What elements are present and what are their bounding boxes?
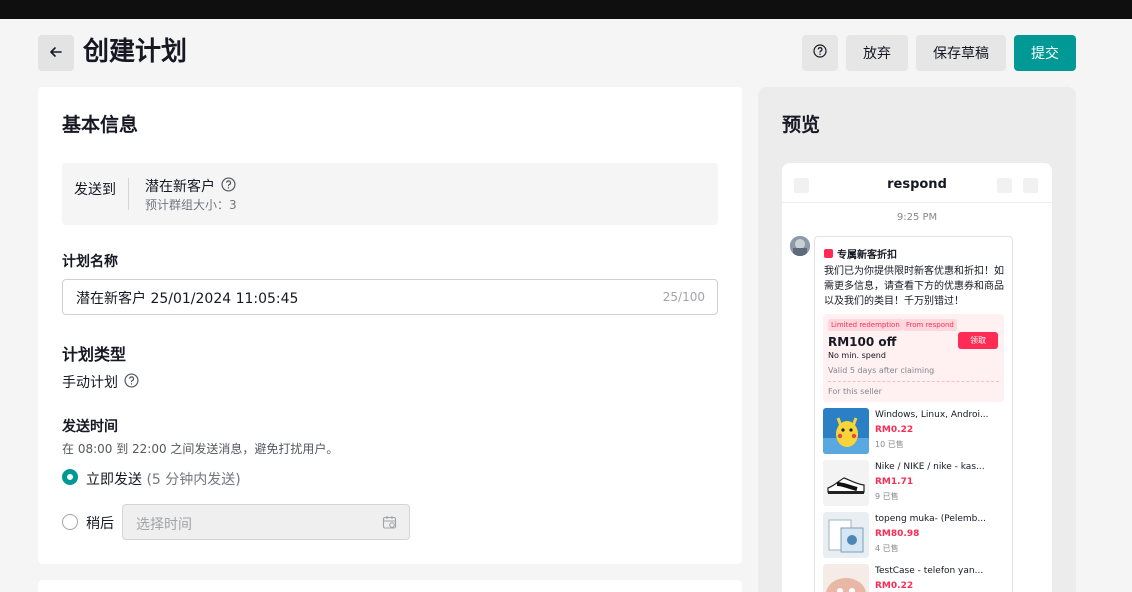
coupon-min-spend: No min. spend (828, 351, 886, 360)
product-item[interactable]: Windows, Linux, Androi... RM0.22 10 已售 (823, 408, 1008, 454)
product-sold: 10 已售 (875, 439, 904, 450)
question-circle-icon[interactable] (124, 373, 139, 392)
next-section-card (38, 580, 742, 592)
discard-button[interactable]: 放弃 (846, 35, 908, 71)
question-circle-icon (813, 44, 827, 62)
top-bar (0, 0, 1132, 19)
product-price: RM80.98 (875, 529, 919, 539)
plan-name-input[interactable]: 潜在新客户 25/01/2024 11:05:45 25/100 (62, 279, 718, 315)
product-sold: 9 已售 (875, 491, 899, 502)
menu-placeholder-icon (997, 178, 1012, 193)
product-sold: 4 已售 (875, 543, 899, 554)
product-image (823, 460, 869, 506)
save-draft-button[interactable]: 保存草稿 (916, 35, 1006, 71)
product-item[interactable]: topeng muka- (Pelemb... RM80.98 4 已售 (823, 512, 1008, 558)
message-title: 专属新客折扣 (837, 246, 897, 261)
plan-type-value: 手动计划 (62, 372, 139, 392)
divider (128, 178, 129, 210)
product-item[interactable]: TestCase - telefon yan... RM0.22 (823, 564, 1008, 592)
send-later-radio[interactable] (62, 514, 78, 530)
coupon-tag-from: From respond (903, 319, 957, 331)
coupon-card: Limited redemption From respond RM100 of… (823, 314, 1004, 402)
question-circle-icon[interactable] (221, 177, 236, 196)
message-bubble: 专属新客折扣 我们已为你提供限时新客优惠和折扣！如需更多信息，请查看下方的优惠券… (814, 236, 1013, 592)
audience-value: 潜在新客户 (145, 176, 236, 196)
send-now-label: 立即发送 (86, 472, 142, 488)
audience-name: 潜在新客户 (145, 176, 215, 196)
chat-timestamp: 9:25 PM (782, 212, 1052, 223)
group-size: 预计群组大小：3 (145, 196, 237, 213)
plan-type-text: 手动计划 (62, 372, 118, 392)
product-item[interactable]: Nike / NIKE / nike - kas... RM1.71 9 已售 (823, 460, 1008, 506)
char-counter: 25/100 (663, 290, 705, 304)
time-picker-input[interactable]: 选择时间 (122, 504, 410, 540)
coupon-divider (828, 381, 999, 382)
product-price: RM1.71 (875, 477, 913, 487)
time-placeholder: 选择时间 (136, 514, 192, 534)
product-image (823, 408, 869, 454)
chat-header: respond (782, 163, 1052, 203)
product-name: topeng muka- (Pelemb... (875, 514, 1005, 524)
send-to-box: 发送到 潜在新客户 预计群组大小：3 (62, 163, 718, 225)
message-title-row: 专属新客折扣 (824, 246, 897, 261)
coupon-tag-limited: Limited redemption (828, 319, 903, 331)
plan-name-label: 计划名称 (62, 251, 118, 271)
plan-name-value: 潜在新客户 25/01/2024 11:05:45 (76, 288, 298, 308)
coupon-validity: Valid 5 days after claiming (828, 366, 934, 375)
product-name: TestCase - telefon yan... (875, 566, 1005, 576)
send-now-option[interactable]: 立即发送 (5 分钟内发送) (86, 469, 241, 489)
gift-icon (824, 249, 833, 258)
claim-button[interactable]: 领取 (958, 332, 998, 349)
coupon-amount: RM100 off (828, 335, 896, 349)
arrow-left-icon (49, 44, 63, 63)
send-now-radio[interactable] (62, 469, 78, 485)
help-button[interactable] (802, 35, 838, 71)
send-time-hint: 在 08:00 到 22:00 之间发送消息，避免打扰用户。 (62, 440, 338, 457)
coupon-scope: For this seller (828, 387, 882, 396)
phone-preview: respond 9:25 PM 专属新客折扣 我们已为你提供限时新客优惠和折扣！… (782, 163, 1052, 592)
product-price: RM0.22 (875, 581, 913, 591)
plan-type-label: 计划类型 (62, 341, 126, 365)
product-image (823, 564, 869, 592)
product-price: RM0.22 (875, 425, 913, 435)
product-name: Windows, Linux, Androi... (875, 410, 1005, 420)
more-placeholder-icon (1023, 178, 1038, 193)
calendar-icon (382, 515, 397, 534)
submit-button[interactable]: 提交 (1014, 35, 1076, 71)
send-now-sub: (5 分钟内发送) (146, 472, 240, 488)
basic-info-title: 基本信息 (62, 112, 138, 138)
product-image (823, 512, 869, 558)
send-to-label: 发送到 (74, 179, 116, 199)
product-name: Nike / NIKE / nike - kas... (875, 462, 1005, 472)
message-body: 我们已为你提供限时新客优惠和折扣！如需更多信息，请查看下方的优惠券和商品以及我们… (824, 264, 1008, 309)
basic-info-card (38, 87, 742, 564)
send-time-label: 发送时间 (62, 416, 118, 436)
send-later-label[interactable]: 稍后 (86, 513, 114, 533)
back-button[interactable] (38, 35, 74, 71)
avatar (790, 236, 810, 256)
page-title: 创建计划 (83, 34, 187, 70)
preview-title: 预览 (782, 112, 820, 138)
